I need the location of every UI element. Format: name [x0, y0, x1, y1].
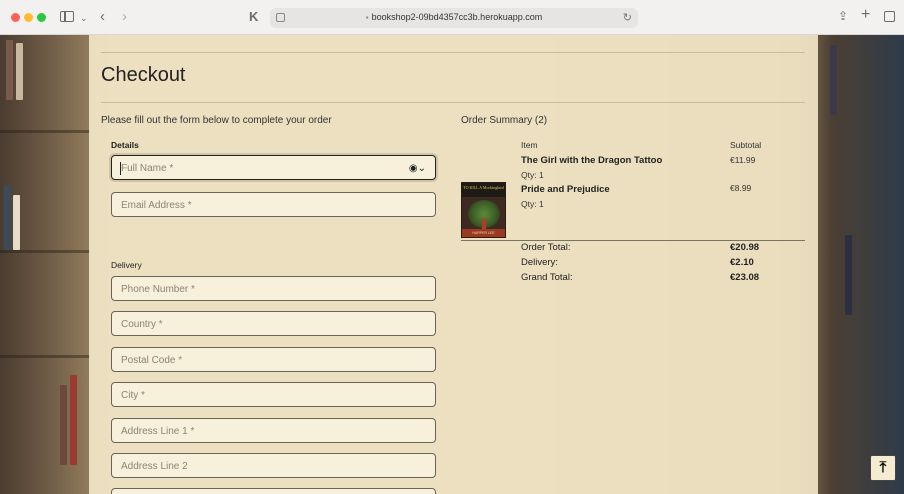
order-item-subtotal: €11.99: [730, 155, 756, 165]
address-line-1-placeholder: Address Line 1 *: [121, 426, 195, 437]
order-item-subtotal: €8.99: [730, 183, 752, 193]
grand-total-label: Grand Total:: [521, 272, 573, 283]
address-line-2-field[interactable]: Address Line 2: [111, 453, 436, 478]
chevron-down-icon[interactable]: ⌄: [80, 12, 88, 25]
phone-placeholder: Phone Number *: [121, 284, 195, 295]
share-icon[interactable]: ⇪: [838, 10, 848, 23]
shelf-line: [0, 355, 90, 358]
order-item-qty: Qty: 1: [521, 170, 544, 180]
postcode-field[interactable]: Postal Code *: [111, 347, 436, 372]
fullscreen-window-button[interactable]: [37, 13, 46, 22]
url-text: bookshop2-09bd4357cc3b.herokuapp.com: [371, 12, 543, 22]
tab-overview-icon[interactable]: [884, 11, 895, 22]
order-summary-title: Order Summary (2): [461, 115, 548, 126]
full-name-placeholder: Full Name *: [121, 163, 174, 174]
minimize-window-button[interactable]: [24, 13, 33, 22]
book-spine: [13, 195, 20, 250]
details-label: Details: [111, 140, 139, 150]
divider: [101, 52, 805, 53]
checkout-panel: Checkout Please fill out the form below …: [89, 35, 818, 494]
order-item-title: Pride and Prejudice: [521, 184, 610, 195]
arrow-up-icon: ⤒: [879, 459, 887, 476]
address-line-1-field[interactable]: Address Line 1 *: [111, 418, 436, 443]
delivery-cost-label: Delivery:: [521, 257, 558, 268]
full-name-field[interactable]: Full Name * ◉⌄: [111, 155, 436, 180]
book-cover-image: TO KILL A Mockingbird HARPER LEE: [461, 182, 506, 238]
address-line-2-placeholder: Address Line 2: [121, 461, 188, 472]
autofill-contact-icon[interactable]: ◉⌄: [409, 163, 426, 174]
order-item-title: The Girl with the Dragon Tattoo: [521, 155, 663, 166]
delivery-cost-value: €2.10: [730, 257, 754, 268]
city-placeholder: City *: [121, 390, 145, 401]
new-tab-icon[interactable]: +: [861, 7, 870, 23]
country-field[interactable]: Country *: [111, 311, 436, 336]
page-title: Checkout: [101, 64, 186, 86]
city-field[interactable]: City *: [111, 382, 436, 407]
book-spine: [6, 40, 13, 100]
subtotal-column-header: Subtotal: [730, 140, 762, 150]
form-intro: Please fill out the form below to comple…: [101, 115, 332, 126]
county-field[interactable]: [111, 488, 436, 494]
summary-divider: [461, 240, 805, 241]
back-to-top-button[interactable]: ⤒: [870, 455, 896, 481]
address-bar[interactable]: ▪ bookshop2-09bd4357cc3b.herokuapp.com ↻: [270, 8, 638, 28]
lock-icon: ▪: [365, 13, 369, 22]
shelf-line: [0, 250, 90, 253]
browser-toolbar: ⌄ ‹ › K ▪ bookshop2-09bd4357cc3b.herokuap…: [0, 0, 904, 35]
site-extension-icon[interactable]: K: [249, 10, 258, 23]
order-item-qty: Qty: 1: [521, 199, 544, 209]
phone-field[interactable]: Phone Number *: [111, 276, 436, 301]
order-total-value: €20.98: [730, 242, 760, 253]
postcode-placeholder: Postal Code *: [121, 355, 183, 366]
delivery-label: Delivery: [111, 260, 142, 270]
country-placeholder: Country *: [121, 319, 163, 330]
email-placeholder: Email Address *: [121, 200, 192, 211]
sidebar-toggle-icon[interactable]: [60, 11, 74, 22]
forward-icon[interactable]: ›: [122, 9, 127, 24]
item-column-header: Item: [521, 140, 538, 150]
order-total-label: Order Total:: [521, 242, 571, 253]
grand-total-value: €23.08: [730, 272, 760, 283]
book-spine: [16, 43, 23, 100]
shelf-line: [0, 130, 90, 133]
divider: [101, 102, 805, 103]
reload-icon[interactable]: ↻: [623, 11, 632, 24]
cover-author: HARPER LEE: [462, 229, 505, 237]
close-window-button[interactable]: [11, 13, 20, 22]
book-spine: [60, 385, 67, 465]
book-spine: [70, 375, 77, 465]
book-spine: [845, 235, 852, 315]
book-spine: [4, 185, 11, 250]
book-spine: [830, 45, 837, 115]
cover-title: TO KILL A Mockingbird: [462, 183, 505, 197]
email-field[interactable]: Email Address *: [111, 192, 436, 217]
back-icon[interactable]: ‹: [100, 9, 105, 24]
